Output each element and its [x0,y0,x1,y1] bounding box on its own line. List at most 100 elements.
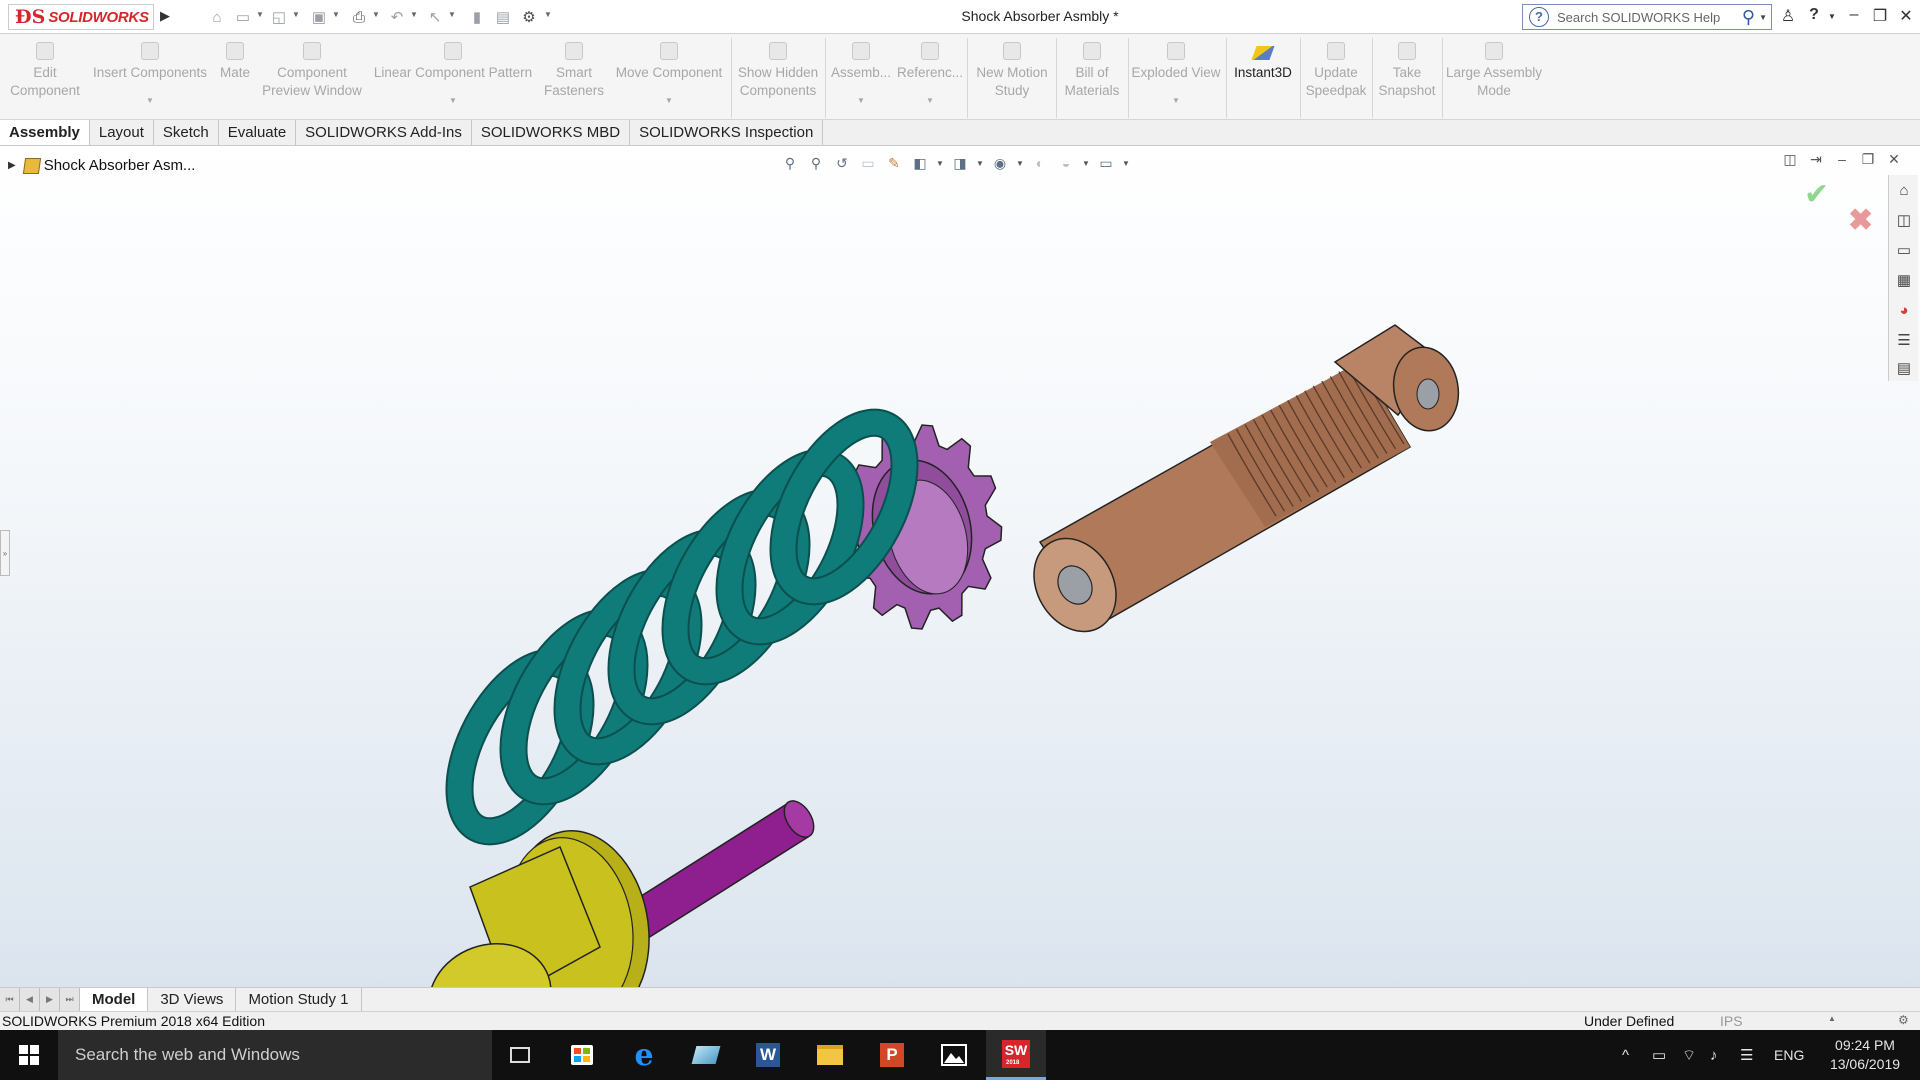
open-folder-icon[interactable]: ◱ [268,7,290,27]
appearances-scenes-icon[interactable]: ◕ [1893,299,1915,321]
linear-pattern-dropdown-icon[interactable]: ▼ [449,96,457,106]
close-window-icon[interactable]: ✕ [1894,6,1918,26]
lock-nut-part[interactable] [841,424,1003,630]
notifications-icon[interactable]: ⚙ [1898,1013,1909,1027]
search-dropdown-icon[interactable]: ▼ [1759,13,1767,22]
options-gear-icon[interactable]: ⚙ [518,7,540,27]
tab-3d-views[interactable]: 3D Views [148,988,237,1011]
tab-evaluate[interactable]: Evaluate [218,120,297,145]
minimize-window-icon[interactable]: – [1842,6,1866,24]
take-snapshot-button[interactable]: Take Snapshot [1374,42,1440,118]
save-icon[interactable]: ▣ [308,7,330,27]
prev-tab-icon[interactable]: ◀ [20,988,40,1011]
coil-spring-part[interactable] [434,403,929,851]
end-cap-part[interactable] [414,820,664,987]
tab-layout[interactable]: Layout [89,120,154,145]
menu-pin-arrow-icon[interactable]: ▶ [160,8,172,26]
volume-icon[interactable]: ♪ [1710,1030,1718,1080]
tab-assembly[interactable]: Assembly [0,120,90,145]
new-dropdown-icon[interactable]: ▼ [256,10,264,19]
last-tab-icon[interactable]: ⏭ [60,988,80,1011]
taskbar-search-placeholder[interactable]: Search the web and Windows [75,1045,300,1065]
smart-fasteners-button[interactable]: Smart Fasteners [538,42,610,118]
clock[interactable]: 09:24 PM 13/06/2019 [1820,1036,1910,1074]
new-document-icon[interactable]: ▭ [232,7,254,27]
action-center-icon[interactable]: ☰ [1740,1030,1753,1080]
solidworks-taskbar-icon[interactable]: SW 2018 [986,1030,1046,1080]
tab-solidworks-mbd[interactable]: SOLIDWORKS MBD [471,120,631,145]
word-icon[interactable]: W [738,1030,798,1080]
assembly-features-dropdown-icon[interactable]: ▼ [857,96,865,106]
help-dropdown-icon[interactable]: ▼ [1820,12,1844,21]
exploded-view-dropdown-icon[interactable]: ▼ [1172,96,1180,106]
instant3d-button[interactable]: Instant3D [1228,42,1298,118]
reference-geometry-dropdown-icon[interactable]: ▼ [926,96,934,106]
solidworks-resources-home-icon[interactable]: ⌂ [1893,179,1915,201]
taskbar-search-box[interactable]: Search the web and Windows [58,1030,492,1080]
graphics-area[interactable]: ▶ Shock Absorber Asm... ⚲ ⚲ ↺ ▭ ✎ ◧ ▼ ◨ … [0,147,1920,987]
linear-component-pattern-button[interactable]: Linear Component Pattern ▼ [368,42,538,118]
file-explorer-taskbar-icon[interactable] [800,1030,860,1080]
custom-properties-icon[interactable]: ☰ [1893,329,1915,351]
view-palette-icon[interactable]: ▦ [1893,269,1915,291]
update-speedpak-button[interactable]: Update Speedpak [1302,42,1370,118]
assembly-features-button[interactable]: Assemb... ▼ [828,42,894,118]
move-component-button[interactable]: Move Component ▼ [610,42,728,118]
solidworks-logo-button[interactable]: ƉS SOLIDWORKS [8,4,154,30]
app-icon[interactable] [676,1030,736,1080]
insert-components-button[interactable]: Insert Components ▼ [88,42,212,118]
show-hidden-icons[interactable]: ^ [1622,1030,1629,1080]
tab-sketch[interactable]: Sketch [153,120,219,145]
powerpoint-icon[interactable]: P [862,1030,922,1080]
units-dropdown-icon[interactable]: ▲ [1828,1014,1836,1023]
solidworks-forum-icon[interactable]: ▤ [1893,357,1915,379]
bill-of-materials-button[interactable]: Bill of Materials [1058,42,1126,118]
tab-model[interactable]: Model [80,988,149,1011]
select-dropdown-icon[interactable]: ▼ [448,10,456,19]
unit-system[interactable]: IPS [1720,1013,1743,1029]
print-icon[interactable]: ⎙ [348,7,370,27]
open-dropdown-icon[interactable]: ▼ [292,10,300,19]
undo-dropdown-icon[interactable]: ▼ [410,10,418,19]
rebuild-icon[interactable]: ▮ [466,7,488,27]
save-dropdown-icon[interactable]: ▼ [332,10,340,19]
new-motion-study-button[interactable]: New Motion Study [970,42,1054,118]
start-button[interactable] [0,1030,58,1080]
exploded-view-button[interactable]: Exploded View ▼ [1130,42,1222,118]
move-component-dropdown-icon[interactable]: ▼ [665,96,673,106]
wifi-icon[interactable]: ⌔ [1682,1030,1696,1080]
first-tab-icon[interactable]: ⏮ [0,988,20,1011]
store-icon[interactable] [552,1030,612,1080]
language-indicator[interactable]: ENG [1774,1030,1804,1080]
tab-solidworks-add-ins[interactable]: SOLIDWORKS Add-Ins [296,120,472,145]
restore-window-icon[interactable]: ❐ [1868,6,1892,26]
file-explorer-icon[interactable]: ▭ [1893,239,1915,261]
component-preview-window-button[interactable]: Component Preview Window [256,42,368,118]
tab-motion-study-1[interactable]: Motion Study 1 [236,988,362,1011]
task-view-icon[interactable] [490,1030,550,1080]
mate-button[interactable]: Mate [214,42,256,118]
help-search-box[interactable]: ? Search SOLIDWORKS Help ⚲ ▼ [1522,4,1772,30]
edge-browser-icon[interactable]: e [614,1030,674,1080]
reference-geometry-button[interactable]: Referenc... ▼ [896,42,964,118]
search-magnifier-icon[interactable]: ⚲ [1742,7,1755,28]
help-search-input[interactable]: Search SOLIDWORKS Help [1557,10,1742,25]
large-assembly-mode-button[interactable]: Large Assembly Mode [1444,42,1544,118]
battery-icon[interactable]: ▭ [1652,1030,1666,1080]
assembly-model[interactable]: Z Y X [0,147,1920,987]
select-pointer-icon[interactable]: ↖ [424,7,446,27]
user-account-icon[interactable]: ♙ [1776,6,1800,26]
options-dropdown-icon[interactable]: ▼ [544,10,552,19]
show-hidden-components-button[interactable]: Show Hidden Components [734,42,822,118]
file-properties-icon[interactable]: ▤ [492,7,514,27]
next-tab-icon[interactable]: ▶ [40,988,60,1011]
photos-icon[interactable] [924,1030,984,1080]
print-dropdown-icon[interactable]: ▼ [372,10,380,19]
tab-solidworks-inspection[interactable]: SOLIDWORKS Inspection [630,120,824,145]
edit-component-button[interactable]: Edit Component [6,42,84,118]
shock-body-part[interactable] [1018,324,1465,646]
home-icon[interactable]: ⌂ [206,7,228,27]
undo-icon[interactable]: ↶ [386,7,408,27]
insert-components-dropdown-icon[interactable]: ▼ [146,96,154,106]
design-library-icon[interactable]: ◫ [1893,209,1915,231]
